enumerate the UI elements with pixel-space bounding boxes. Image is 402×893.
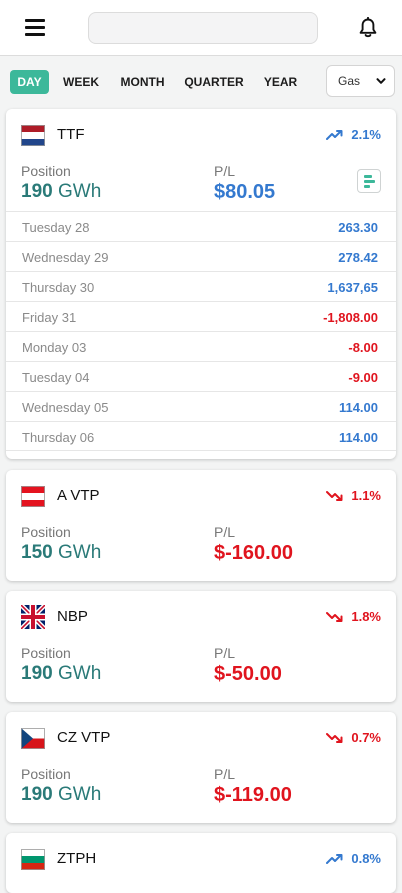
list-item: Thursday 06 114.00 [6, 421, 396, 451]
top-bar [0, 0, 402, 56]
position-value: 190 GWh [21, 784, 102, 805]
position-label: Position [21, 766, 71, 782]
market-card-ttf[interactable]: TTF 2.1% Position P/L 190 GWh $80.05 Tue… [6, 109, 396, 459]
market-card-a-vtp[interactable]: A VTP 1.1% Position P/L 150 GWh $-160.00 [6, 470, 396, 581]
change-badge: 2.1% [326, 127, 381, 142]
tab-quarter[interactable]: QUARTER [182, 70, 246, 94]
pl-value: $-160.00 [214, 542, 293, 564]
market-name: TTF [57, 126, 85, 143]
pl-label: P/L [214, 524, 236, 540]
position-value: 190 GWh [21, 181, 102, 202]
trending-down-icon [326, 490, 343, 501]
change-value: 0.7% [351, 730, 381, 745]
list-item: Friday 31 -1,808.00 [6, 301, 396, 331]
market-name: NBP [57, 608, 88, 625]
tab-year[interactable]: YEAR [260, 70, 301, 94]
search-input[interactable] [88, 12, 318, 44]
commodity-select[interactable]: Gas [326, 65, 395, 97]
change-badge: 1.1% [326, 488, 381, 503]
tab-day[interactable]: DAY [10, 70, 49, 94]
chevron-down-icon [376, 78, 386, 84]
netherlands-flag-icon [21, 125, 45, 146]
position-label: Position [21, 524, 71, 540]
change-badge: 0.7% [326, 730, 381, 745]
austria-flag-icon [21, 486, 45, 507]
uk-flag-icon [21, 605, 45, 629]
list-item: Tuesday 04 -9.00 [6, 361, 396, 391]
pl-value: $80.05 [214, 181, 276, 203]
list-item: Tuesday 28 263.30 [6, 211, 396, 241]
change-badge: 0.8% [326, 851, 381, 866]
market-name: ZTPH [57, 850, 97, 867]
tab-month[interactable]: MONTH [115, 70, 170, 94]
czech-flag-icon [21, 728, 45, 749]
commodity-select-value: Gas [338, 74, 361, 88]
position-value: 150 GWh [21, 542, 102, 563]
list-item: Wednesday 29 278.42 [6, 241, 396, 271]
position-label: Position [21, 645, 71, 661]
list-item: Thursday 30 1,637,65 [6, 271, 396, 301]
market-name: A VTP [57, 487, 100, 504]
pl-label: P/L [214, 163, 236, 179]
list-item: Wednesday 05 114.00 [6, 391, 396, 421]
change-value: 1.8% [351, 609, 381, 624]
period-tabs: DAY WEEK MONTH QUARTER YEAR Gas [0, 64, 402, 100]
position-value: 190 GWh [21, 663, 102, 684]
bulgaria-flag-icon [21, 849, 45, 870]
list-item: Monday 03 -8.00 [6, 331, 396, 361]
change-value: 1.1% [351, 488, 381, 503]
trending-down-icon [326, 732, 343, 743]
trending-down-icon [326, 611, 343, 622]
market-card-ztph[interactable]: ZTPH 0.8% [6, 833, 396, 893]
pl-value: $-50.00 [214, 663, 282, 685]
pl-label: P/L [214, 645, 236, 661]
daily-pl-list: Tuesday 28 263.30 Wednesday 29 278.42 Thur… [6, 211, 396, 451]
pl-value: $-119.00 [214, 784, 292, 806]
pl-label: P/L [214, 766, 236, 782]
chart-icon[interactable] [357, 169, 381, 193]
tab-week[interactable]: WEEK [59, 70, 103, 94]
change-value: 2.1% [351, 127, 381, 142]
market-name: CZ VTP [57, 729, 111, 746]
trending-up-icon [326, 129, 343, 140]
trending-up-icon [326, 853, 343, 864]
change-badge: 1.8% [326, 609, 381, 624]
market-card-nbp[interactable]: NBP 1.8% Position P/L 190 GWh $-50.00 [6, 591, 396, 702]
hamburger-menu-icon[interactable] [25, 19, 45, 36]
position-label: Position [21, 163, 71, 179]
market-card-cz-vtp[interactable]: CZ VTP 0.7% Position P/L 190 GWh $-119.0… [6, 712, 396, 823]
change-value: 0.8% [351, 851, 381, 866]
bell-icon[interactable] [358, 17, 378, 39]
